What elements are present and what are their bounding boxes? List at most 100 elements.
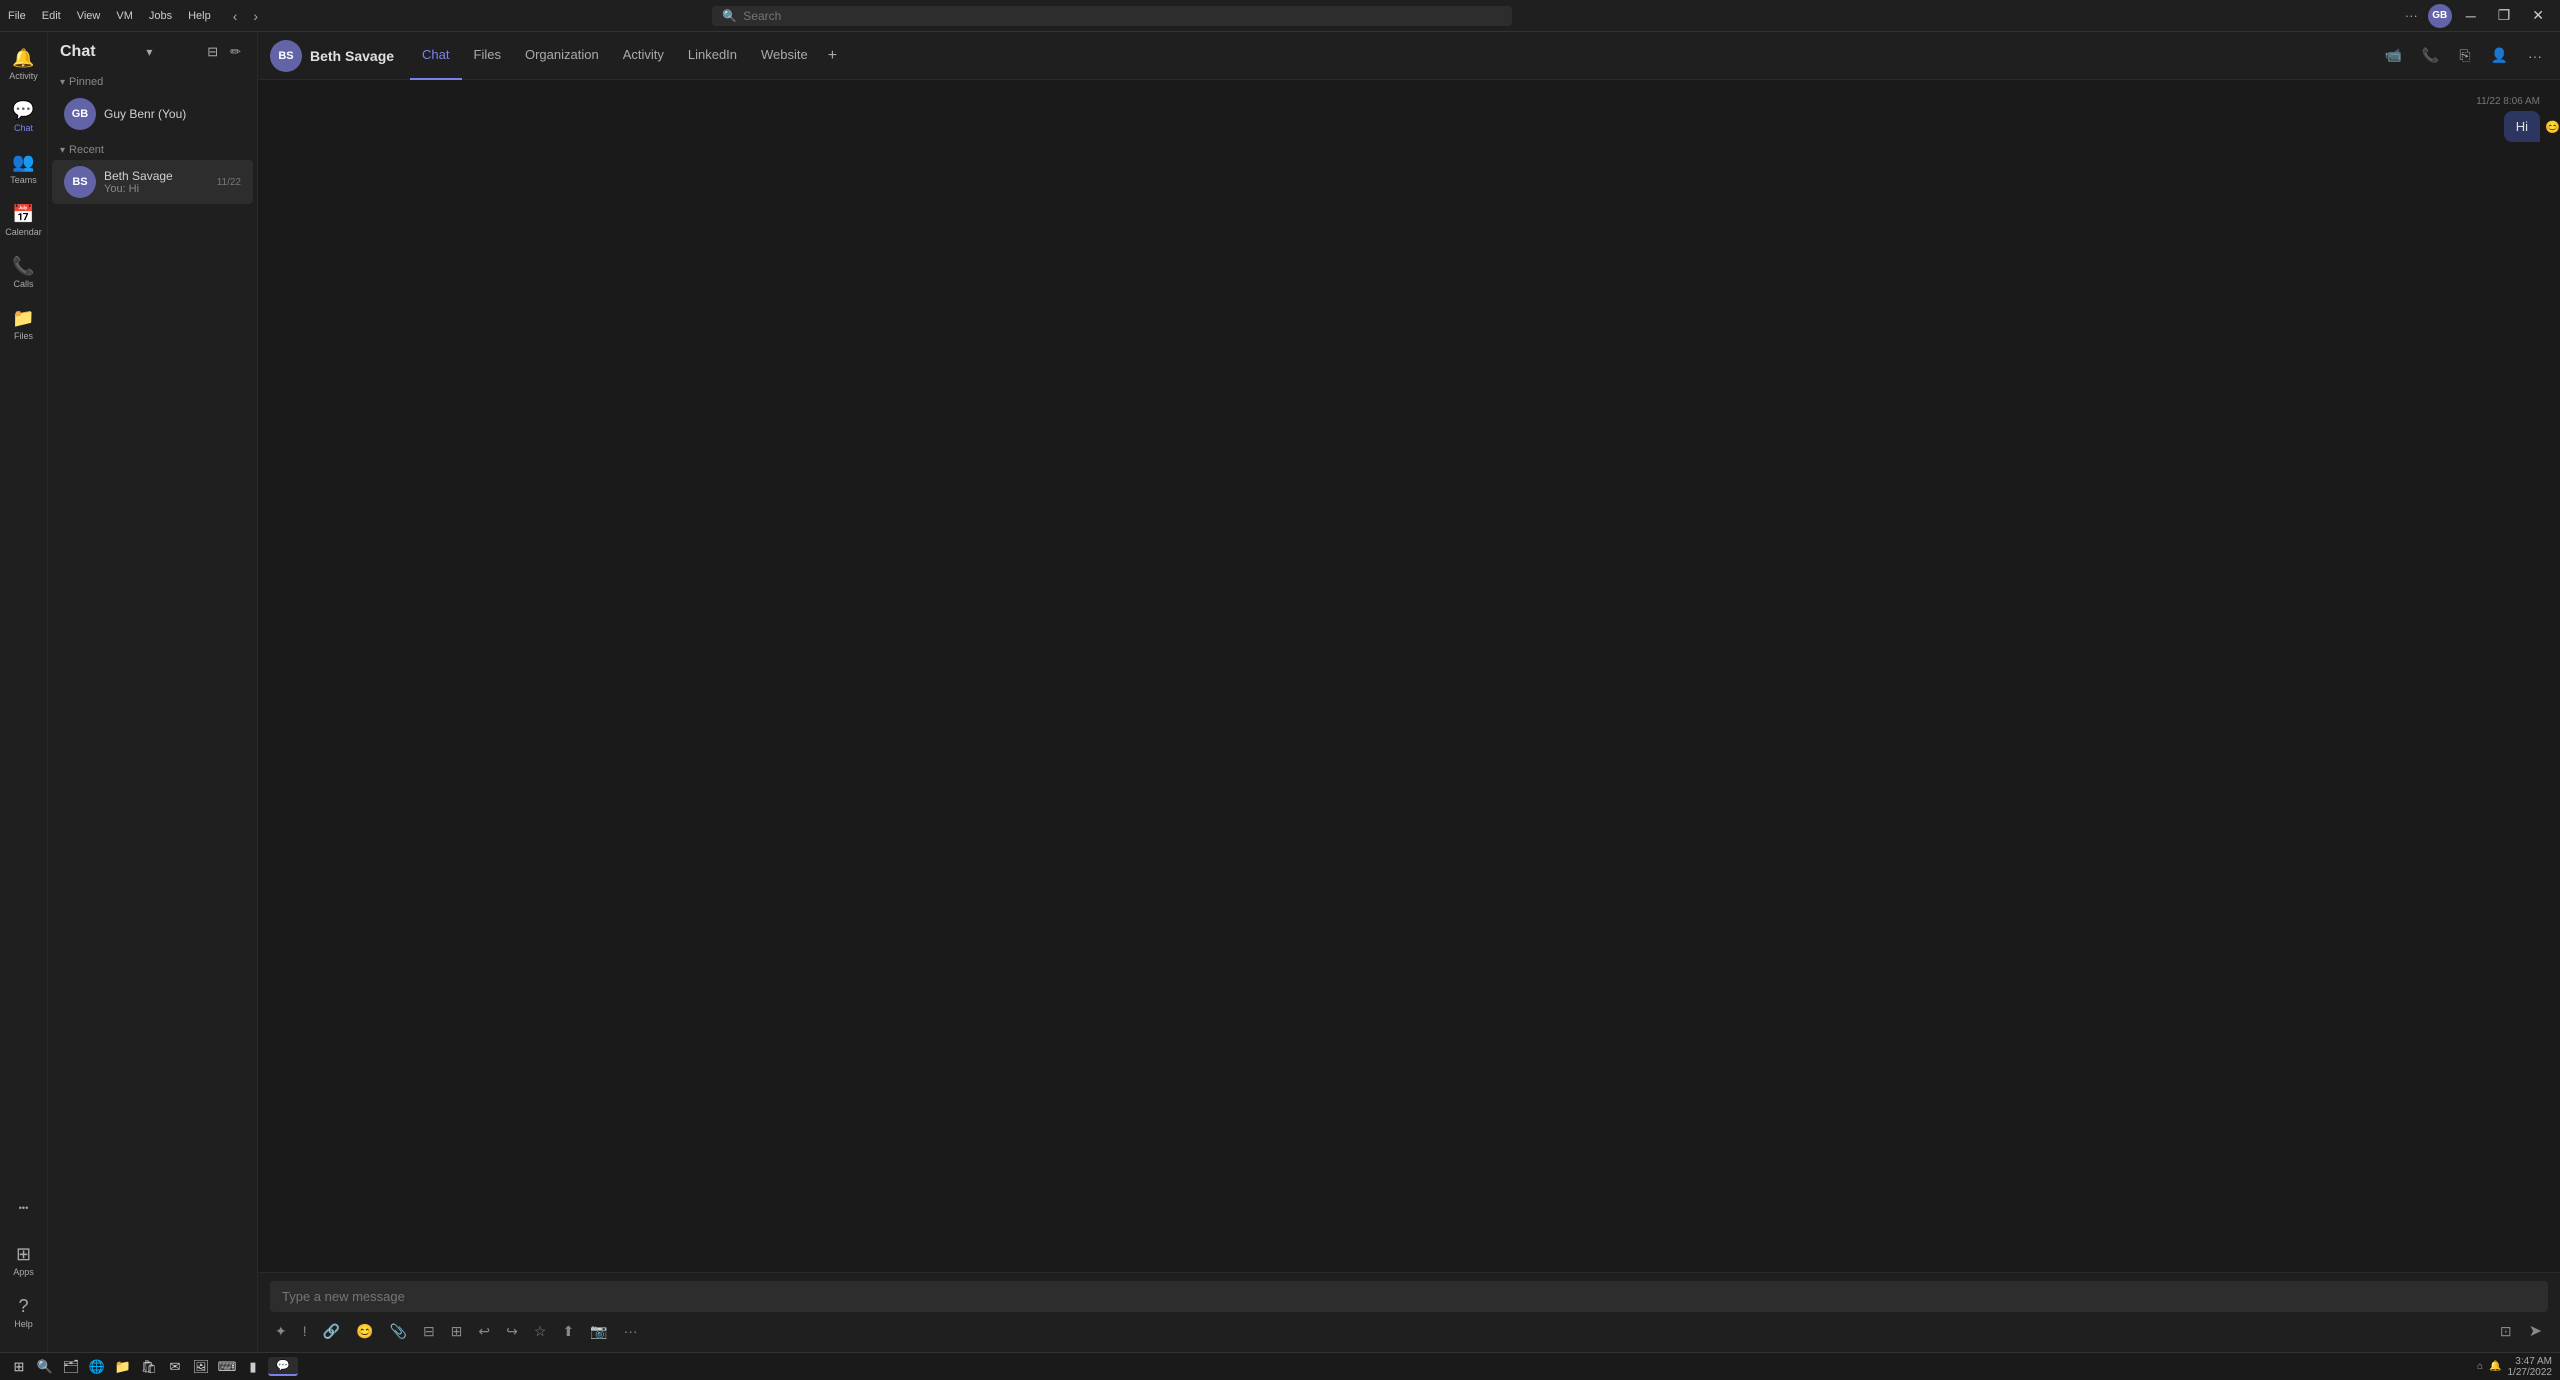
more-toolbar-button[interactable]: ··· [619, 1320, 643, 1342]
recent-chevron[interactable]: ▾ [60, 145, 65, 156]
bookmark-button[interactable]: ☆ [529, 1320, 552, 1343]
activity-icon: 🔔 [12, 48, 34, 69]
taskbar-store[interactable]: 🛍 [138, 1356, 160, 1378]
chat-info: Beth Savage You: Hi [104, 169, 209, 195]
sidebar-item-help[interactable]: ? Help [4, 1288, 44, 1336]
compose-button[interactable]: ✏ [226, 42, 245, 62]
taskbar-clock[interactable]: 3:47 AM 1/27/2022 [2508, 1356, 2553, 1378]
menu-vm[interactable]: VM [116, 10, 133, 22]
add-tab-button[interactable]: + [820, 32, 845, 80]
nav-back-button[interactable]: ‹ [227, 6, 244, 26]
upload-button[interactable]: ⬆ [557, 1320, 579, 1343]
taskbar-search[interactable]: 🔍 [34, 1356, 56, 1378]
more-options-icon[interactable]: ··· [2401, 8, 2422, 23]
sidebar-item-chat[interactable]: 💬 Chat [4, 92, 44, 140]
link-button[interactable]: 🔗 [318, 1320, 345, 1343]
notification-icon[interactable]: 🔔 [2489, 1361, 2501, 1372]
contact-name[interactable]: Beth Savage [310, 48, 394, 64]
menu-edit[interactable]: Edit [42, 10, 61, 22]
pinned-chevron[interactable]: ▾ [60, 77, 65, 88]
share-button[interactable]: ⎘ [2453, 43, 2476, 68]
nav-forward-button[interactable]: › [247, 6, 264, 26]
people-button[interactable]: 👤 [2485, 43, 2514, 68]
start-button[interactable]: ⊞ [8, 1356, 30, 1378]
nav-buttons: ‹ › [227, 6, 264, 26]
apps-icon: ⊞ [16, 1244, 31, 1265]
attach-button[interactable]: 📎 [385, 1320, 412, 1343]
app-body: 🔔 Activity 💬 Chat 👥 Teams 📅 Calendar 📞 C… [0, 32, 2560, 1352]
taskbar-terminal[interactable]: ▮ [242, 1356, 264, 1378]
search-bar[interactable]: 🔍 [712, 6, 1512, 26]
menu-jobs[interactable]: Jobs [149, 10, 172, 22]
chat-name: Beth Savage [104, 169, 209, 183]
contact-avatar: BS [270, 40, 302, 72]
systray-icon[interactable]: ⌂ [2477, 1361, 2483, 1372]
tab-website[interactable]: Website [749, 32, 820, 80]
chat-header: BS Beth Savage Chat Files Organization A… [258, 32, 2560, 80]
help-label: Help [14, 1319, 33, 1329]
restore-button[interactable]: ❐ [2490, 5, 2519, 26]
send-button[interactable]: ➤ [2523, 1318, 2548, 1344]
sidebar-item-files[interactable]: 📁 Files [4, 300, 44, 348]
more-actions-button[interactable]: ··· [2522, 44, 2548, 68]
sidebar-item-activity[interactable]: 🔔 Activity [4, 40, 44, 88]
menu-help[interactable]: Help [188, 10, 211, 22]
message-input[interactable] [282, 1289, 2536, 1304]
recent-section-label: ▾ Recent [48, 136, 257, 160]
clock-date: 1/27/2022 [2508, 1367, 2553, 1378]
format-text-button[interactable]: ⊡ [2495, 1320, 2517, 1343]
tab-linkedin[interactable]: LinkedIn [676, 32, 749, 80]
tab-activity[interactable]: Activity [611, 32, 676, 80]
undo-button[interactable]: ↩ [473, 1320, 495, 1343]
redo-button[interactable]: ↪ [501, 1320, 523, 1343]
whiteboard-button[interactable]: ⊞ [446, 1320, 468, 1343]
format-button[interactable]: ✦ [270, 1320, 292, 1343]
audio-call-button[interactable]: 📞 [2416, 43, 2445, 68]
list-item[interactable]: BS Beth Savage You: Hi 11/22 [52, 160, 253, 204]
composer-input-row[interactable] [270, 1281, 2548, 1312]
tab-chat[interactable]: Chat [410, 32, 461, 80]
menu-view[interactable]: View [77, 10, 101, 22]
sidebar-title-chevron[interactable]: ▾ [146, 45, 152, 59]
sidebar-item-calendar[interactable]: 📅 Calendar [4, 196, 44, 244]
pinned-label: Pinned [69, 76, 103, 88]
taskbar-folder[interactable]: 📁 [112, 1356, 134, 1378]
recent-label: Recent [69, 144, 104, 156]
minimize-button[interactable]: ─ [2458, 6, 2484, 26]
close-button[interactable]: ✕ [2524, 5, 2552, 26]
menu-file[interactable]: File [8, 10, 26, 22]
taskbar-code[interactable]: ⌨ [216, 1356, 238, 1378]
clock-time: 3:47 AM [2508, 1356, 2553, 1367]
taskbar-mail[interactable]: ✉ [164, 1356, 186, 1378]
filter-button[interactable]: ⊟ [203, 42, 222, 62]
taskbar-browser[interactable]: 🌐 [86, 1356, 108, 1378]
video-call-button[interactable]: 📹 [2378, 43, 2407, 68]
sidebar: Chat ▾ ⊟ ✏ ▾ Pinned GB Guy Benr (You) ▾ … [48, 32, 258, 1352]
calendar-icon: 📅 [12, 204, 34, 225]
sidebar-actions: ⊟ ✏ [203, 42, 245, 62]
taskbar-photos[interactable]: 🖼 [190, 1356, 212, 1378]
tab-organization[interactable]: Organization [513, 32, 611, 80]
chat-icon: 💬 [12, 100, 34, 121]
search-input[interactable] [743, 9, 1502, 23]
important-button[interactable]: ! [298, 1320, 312, 1342]
taskbar-teams[interactable]: 💬 [268, 1357, 298, 1376]
camera-button[interactable]: 📷 [585, 1320, 612, 1343]
sidebar-item-teams[interactable]: 👥 Teams [4, 144, 44, 192]
user-avatar[interactable]: GB [2428, 4, 2452, 28]
emoji-button[interactable]: 😊 [351, 1320, 378, 1343]
message-reaction-icon[interactable]: 😊 [2545, 120, 2560, 134]
teams-label: Teams [10, 175, 37, 185]
title-bar: File Edit View VM Jobs Help ‹ › 🔍 ··· GB… [0, 0, 2560, 32]
loop-button[interactable]: ⊟ [418, 1320, 440, 1343]
apps-label: Apps [13, 1267, 34, 1277]
sidebar-item-apps[interactable]: ⊞ Apps [4, 1236, 44, 1284]
tab-files[interactable]: Files [462, 32, 513, 80]
composer-toolbar: ✦ ! 🔗 😊 📎 ⊟ ⊞ ↩ ↪ ☆ ⬆ 📷 ··· ⊡ ➤ [270, 1318, 2548, 1344]
list-item[interactable]: GB Guy Benr (You) [52, 92, 253, 136]
sidebar-header: Chat ▾ ⊟ ✏ [48, 32, 257, 68]
rail-bottom: ••• ⊞ Apps ? Help [4, 1184, 44, 1344]
sidebar-item-calls[interactable]: 📞 Calls [4, 248, 44, 296]
sidebar-item-more[interactable]: ••• [4, 1184, 44, 1232]
taskbar-file-explorer[interactable]: 🗂 [60, 1356, 82, 1378]
